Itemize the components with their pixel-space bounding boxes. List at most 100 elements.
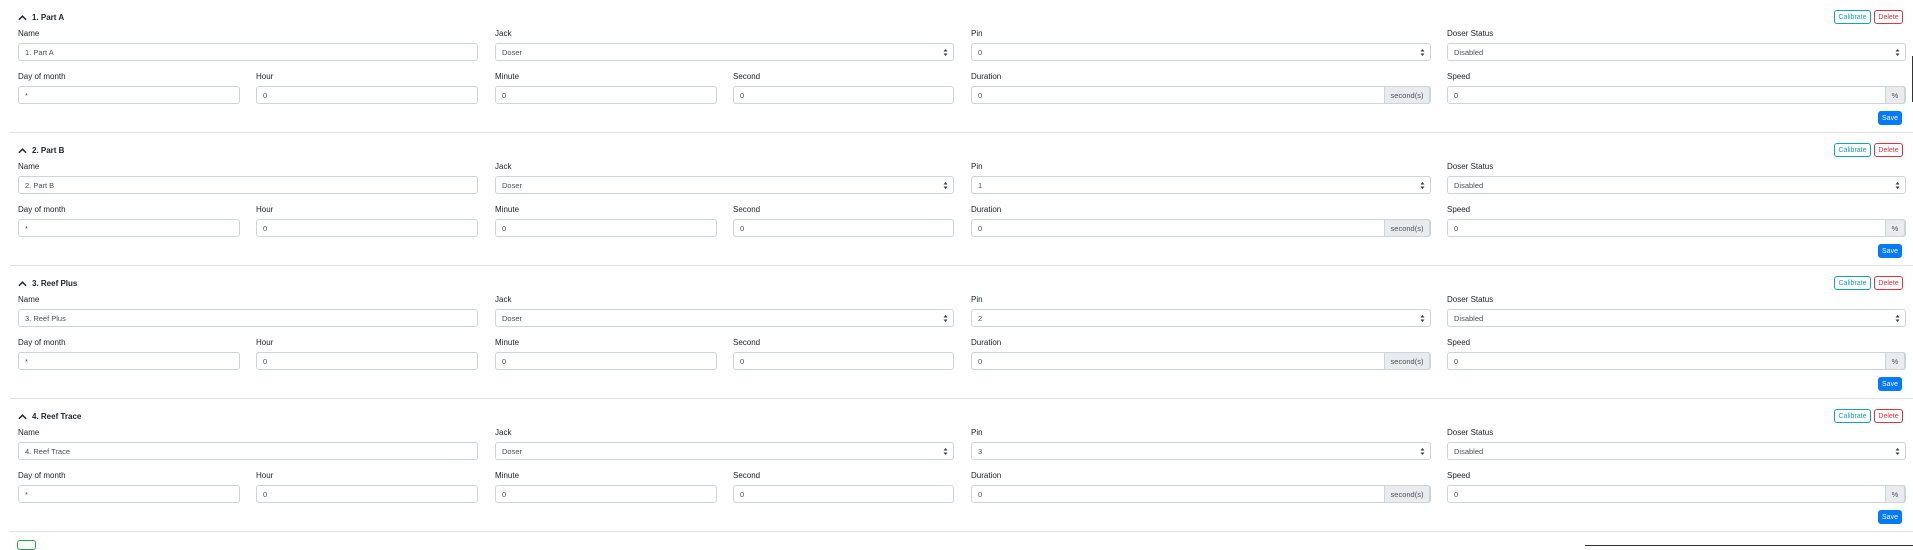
doser-panel: 4. Reef Trace Calibrate Delete Name Jack… (10, 399, 1913, 532)
speed-label: Speed (1447, 205, 1471, 214)
save-button[interactable]: Save (1878, 244, 1902, 258)
duration-input[interactable]: 0 second(s) (971, 86, 1431, 104)
second-value: 0 (740, 90, 745, 100)
calibrate-button[interactable]: Calibrate (1834, 276, 1871, 290)
doser-status-select[interactable]: Disabled (1447, 43, 1906, 61)
second-input[interactable]: 0 (733, 219, 954, 237)
jack-select[interactable]: Doser (495, 43, 954, 61)
minute-input[interactable]: 0 (495, 352, 717, 370)
speed-label: Speed (1447, 471, 1471, 480)
name-label: Name (18, 295, 40, 304)
minute-label: Minute (495, 205, 520, 214)
doser-status-value: Disabled (1454, 180, 1484, 190)
speed-input[interactable]: 0 % (1447, 485, 1906, 503)
doser-status-label: Doser Status (1447, 29, 1494, 38)
second-input[interactable]: 0 (733, 86, 954, 104)
delete-button[interactable]: Delete (1874, 276, 1903, 290)
select-arrows-icon (943, 315, 948, 322)
pin-select[interactable]: 0 (971, 43, 1431, 61)
speed-input[interactable]: 0 % (1447, 219, 1906, 237)
jack-label: Jack (495, 295, 512, 304)
doser-actions: Calibrate Delete (1834, 10, 1903, 24)
doser-status-select[interactable]: Disabled (1447, 176, 1906, 194)
calibrate-button[interactable]: Calibrate (1834, 10, 1871, 24)
pin-label: Pin (971, 428, 983, 437)
doser-header[interactable]: 1. Part A (18, 13, 64, 22)
duration-label: Duration (971, 72, 1002, 81)
duration-unit: second(s) (1384, 86, 1430, 104)
chevron-up-icon[interactable] (18, 413, 27, 421)
doser-status-select[interactable]: Disabled (1447, 442, 1906, 460)
duration-value: 0 (978, 489, 983, 499)
duration-value: 0 (978, 223, 983, 233)
jack-value: Doser (502, 180, 523, 190)
doser-header[interactable]: 4. Reef Trace (18, 412, 81, 421)
pin-select[interactable]: 1 (971, 176, 1431, 194)
jack-label: Jack (495, 29, 512, 38)
select-arrows-icon (1895, 182, 1900, 189)
save-button[interactable]: Save (1878, 510, 1902, 524)
name-input[interactable]: 1. Part A (18, 43, 478, 61)
second-input[interactable]: 0 (733, 352, 954, 370)
speed-input[interactable]: 0 % (1447, 352, 1906, 370)
day-of-month-input[interactable]: * (18, 219, 240, 237)
jack-value: Doser (502, 446, 523, 456)
duration-input[interactable]: 0 second(s) (971, 352, 1431, 370)
doser-panel: 3. Reef Plus Calibrate Delete Name Jack … (10, 266, 1913, 399)
minute-input[interactable]: 0 (495, 86, 717, 104)
pin-value: 1 (978, 180, 983, 190)
duration-input[interactable]: 0 second(s) (971, 219, 1431, 237)
doser-list: 1. Part A Calibrate Delete Name Jack Pin… (0, 0, 1913, 532)
duration-input[interactable]: 0 second(s) (971, 485, 1431, 503)
doser-header[interactable]: 3. Reef Plus (18, 279, 77, 288)
doser-actions: Calibrate Delete (1834, 143, 1903, 157)
jack-select[interactable]: Doser (495, 442, 954, 460)
save-button[interactable]: Save (1878, 111, 1902, 125)
select-arrows-icon (1420, 49, 1425, 56)
doser-status-label: Doser Status (1447, 295, 1494, 304)
hour-input[interactable]: 0 (256, 352, 478, 370)
doser-panel: 1. Part A Calibrate Delete Name Jack Pin… (10, 0, 1913, 133)
day-of-month-input[interactable]: * (18, 86, 240, 104)
doser-header[interactable]: 2. Part B (18, 146, 64, 155)
name-input[interactable]: 2. Part B (18, 176, 478, 194)
name-input[interactable]: 4. Reef Trace (18, 442, 478, 460)
pin-label: Pin (971, 162, 983, 171)
pin-label: Pin (971, 29, 983, 38)
second-input[interactable]: 0 (733, 485, 954, 503)
pin-select[interactable]: 2 (971, 309, 1431, 327)
save-button[interactable]: Save (1878, 377, 1902, 391)
hour-label: Hour (256, 338, 274, 347)
delete-button[interactable]: Delete (1874, 409, 1903, 423)
day-of-month-label: Day of month (18, 471, 66, 480)
hour-input[interactable]: 0 (256, 219, 478, 237)
jack-select[interactable]: Doser (495, 176, 954, 194)
duration-value: 0 (978, 356, 983, 366)
calibrate-button[interactable]: Calibrate (1834, 143, 1871, 157)
delete-button[interactable]: Delete (1874, 10, 1903, 24)
day-of-month-input[interactable]: * (18, 485, 240, 503)
hour-input[interactable]: 0 (256, 485, 478, 503)
second-label: Second (733, 72, 761, 81)
hour-input[interactable]: 0 (256, 86, 478, 104)
jack-select[interactable]: Doser (495, 309, 954, 327)
chevron-up-icon[interactable] (18, 147, 27, 155)
day-of-month-label: Day of month (18, 338, 66, 347)
minute-input[interactable]: 0 (495, 219, 717, 237)
hour-value: 0 (263, 90, 268, 100)
speed-input[interactable]: 0 % (1447, 86, 1906, 104)
speed-value: 0 (1454, 90, 1459, 100)
minute-label: Minute (495, 338, 520, 347)
chevron-up-icon[interactable] (18, 280, 27, 288)
delete-button[interactable]: Delete (1874, 143, 1903, 157)
doser-status-select[interactable]: Disabled (1447, 309, 1906, 327)
name-input[interactable]: 3. Reef Plus (18, 309, 478, 327)
add-doser-button[interactable] (17, 540, 36, 550)
pin-select[interactable]: 3 (971, 442, 1431, 460)
calibrate-button[interactable]: Calibrate (1834, 409, 1871, 423)
name-label: Name (18, 428, 40, 437)
day-of-month-input[interactable]: * (18, 352, 240, 370)
minute-value: 0 (502, 356, 507, 366)
minute-input[interactable]: 0 (495, 485, 717, 503)
chevron-up-icon[interactable] (18, 14, 27, 22)
